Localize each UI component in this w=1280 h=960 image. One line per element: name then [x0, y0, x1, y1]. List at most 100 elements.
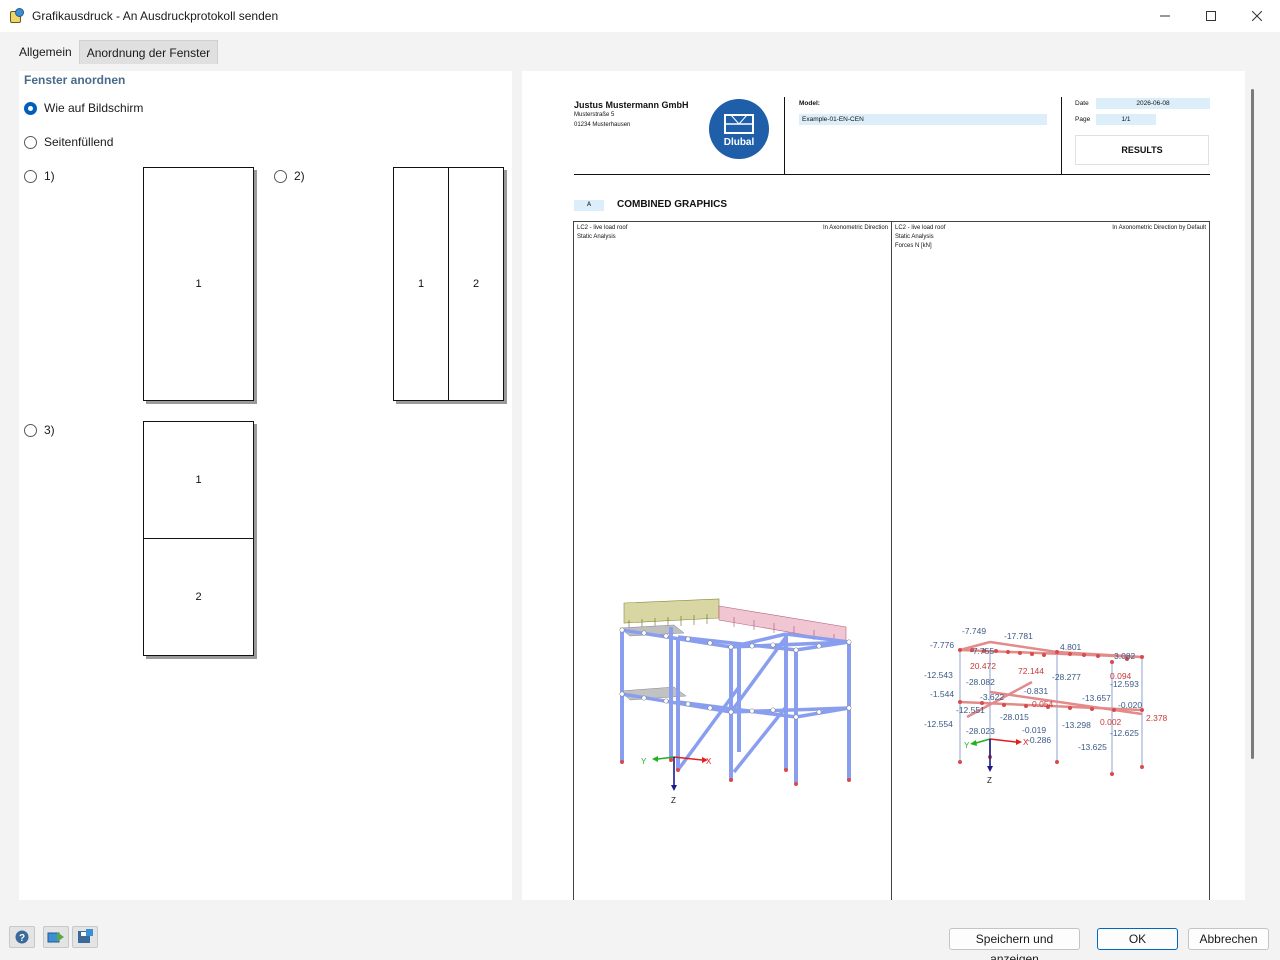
logo-text: Dlubal — [723, 137, 755, 148]
force-value: -1.544 — [930, 689, 954, 699]
radio-label: 3) — [44, 423, 55, 437]
force-value: 0.002 — [1100, 717, 1122, 727]
radio-label: Seitenfüllend — [44, 135, 114, 149]
radio-layout-2[interactable]: 2) — [274, 169, 305, 183]
maximize-icon — [1206, 11, 1216, 21]
page-value: 1/1 — [1096, 114, 1156, 125]
force-value: 0.054 — [1032, 699, 1054, 709]
force-value: -12.625 — [1110, 728, 1139, 738]
force-value: -17.781 — [1004, 631, 1033, 641]
radio-layout-3[interactable]: 3) — [24, 423, 55, 437]
force-value: -0.020 — [1118, 700, 1142, 710]
radio-layout-1[interactable]: 1) — [24, 169, 55, 183]
close-button[interactable] — [1234, 0, 1280, 32]
date-value: 2026-06-08 — [1096, 98, 1210, 109]
radio-icon[interactable] — [24, 135, 37, 149]
force-value: 72.144 — [1018, 666, 1044, 676]
force-value: 4.801 — [1060, 642, 1082, 652]
force-value: -13.657 — [1082, 693, 1111, 703]
bottom-bar — [0, 918, 1280, 960]
results-label: RESULTS — [1075, 135, 1209, 165]
force-value: -28.082 — [966, 677, 995, 687]
help-button[interactable]: ? — [9, 926, 35, 948]
arrangement-panel: Fenster anordnen Wie auf Bildschirm Seit… — [19, 71, 512, 900]
tab-anordnung[interactable]: Anordnung der Fenster — [78, 40, 219, 64]
company-city: 01234 Musterhausen — [574, 122, 631, 128]
logo-bridge-icon — [724, 114, 754, 134]
date-label: Date — [1075, 100, 1089, 107]
radio-seitenfuellend[interactable]: Seitenfüllend — [24, 135, 113, 149]
title-bar: Grafikausdruck - An Ausdruckprotokoll se… — [0, 0, 1280, 32]
radio-icon[interactable] — [24, 423, 37, 437]
radio-checked-icon[interactable] — [24, 101, 37, 115]
export-icon — [47, 932, 64, 943]
maximize-button[interactable] — [1188, 0, 1234, 32]
cancel-button[interactable]: Abbrechen — [1188, 928, 1269, 950]
save-settings-button[interactable] — [72, 926, 98, 948]
force-value: -28.023 — [966, 726, 995, 736]
header-divider — [1061, 97, 1062, 175]
model-value: Example-01-EN-CEN — [799, 114, 1047, 125]
model-label: Model: — [799, 100, 820, 107]
force-value: -28.277 — [1052, 672, 1081, 682]
axis-z-label: Z — [671, 796, 676, 805]
graphic-frame-2: LC2 - live load roof Static Analysis For… — [891, 221, 1210, 900]
print-preview: Justus Mustermann GmbH Musterstraße 5 01… — [522, 71, 1245, 900]
force-value: -7.749 — [962, 626, 986, 636]
radio-label: 2) — [294, 169, 305, 183]
save-and-show-button[interactable]: Speichern und anzeigen — [949, 928, 1080, 960]
force-value: -0.286 — [1027, 735, 1051, 745]
section-title: COMBINED GRAPHICS — [617, 199, 728, 210]
svg-text:?: ? — [19, 933, 25, 944]
force-value: 0.094 — [1110, 671, 1132, 681]
window-title: Grafikausdruck - An Ausdruckprotokoll se… — [32, 9, 279, 23]
window-controls — [1142, 0, 1280, 32]
dlubal-logo: Dlubal — [709, 99, 769, 159]
force-value: 20.472 — [970, 661, 996, 671]
radio-icon[interactable] — [24, 169, 37, 183]
tab-allgemein[interactable]: Allgemein — [12, 40, 79, 64]
axis-y-label: Y — [641, 757, 647, 766]
force-value: 3.082 — [1114, 651, 1136, 661]
layout-cell: 1 — [195, 474, 202, 486]
minimize-button[interactable] — [1142, 0, 1188, 32]
layout-cell: 2 — [472, 278, 480, 290]
structure-model-graphic: X Y Z — [619, 598, 852, 805]
section-title: Fenster anordnen — [24, 73, 126, 87]
help-icon: ? — [15, 930, 29, 944]
force-value: 2.378 — [1146, 713, 1168, 723]
company-street: Musterstraße 5 — [574, 112, 615, 118]
force-value: -7.776 — [930, 640, 954, 650]
force-value: -12.554 — [924, 719, 953, 729]
force-value: -7.755 — [970, 646, 994, 656]
header-underline — [574, 174, 1210, 175]
preview-scrollbar[interactable] — [1251, 89, 1254, 759]
axial-forces-graphic: -7.749 -17.781 -7.776 -7.755 4.801 3.082… — [924, 626, 1168, 785]
ok-button[interactable]: OK — [1097, 928, 1178, 950]
layout-cell: 1 — [195, 278, 202, 290]
graphic-frame-1: LC2 - live load roof Static Analysis In … — [573, 221, 892, 900]
layout-cell: 2 — [195, 591, 202, 603]
layout-cell: 1 — [417, 278, 425, 290]
close-icon — [1252, 11, 1262, 21]
axis-x-label: X — [1023, 738, 1029, 747]
layout-3-preview[interactable]: 1 2 — [143, 421, 254, 656]
layout-1-preview[interactable]: 1 — [143, 167, 254, 401]
force-value: -13.298 — [1062, 720, 1091, 730]
layout-2-preview[interactable]: 1 2 — [393, 167, 504, 401]
section-badge: A — [574, 200, 604, 211]
radio-wie-auf-bildschirm[interactable]: Wie auf Bildschirm — [24, 101, 143, 115]
company-name: Justus Mustermann GmbH — [574, 100, 689, 110]
printer-icon — [9, 8, 25, 24]
radio-label: 1) — [44, 169, 55, 183]
page-label: Page — [1075, 116, 1091, 123]
header-divider — [784, 97, 785, 175]
export-button[interactable] — [43, 926, 69, 948]
axis-x-label: X — [706, 757, 712, 766]
radio-icon[interactable] — [274, 169, 287, 183]
force-value: -12.543 — [924, 670, 953, 680]
force-value: -12.551 — [956, 705, 985, 715]
axis-y-label: Y — [964, 741, 970, 750]
force-value: -0.019 — [1022, 725, 1046, 735]
force-value: -28.015 — [1000, 712, 1029, 722]
